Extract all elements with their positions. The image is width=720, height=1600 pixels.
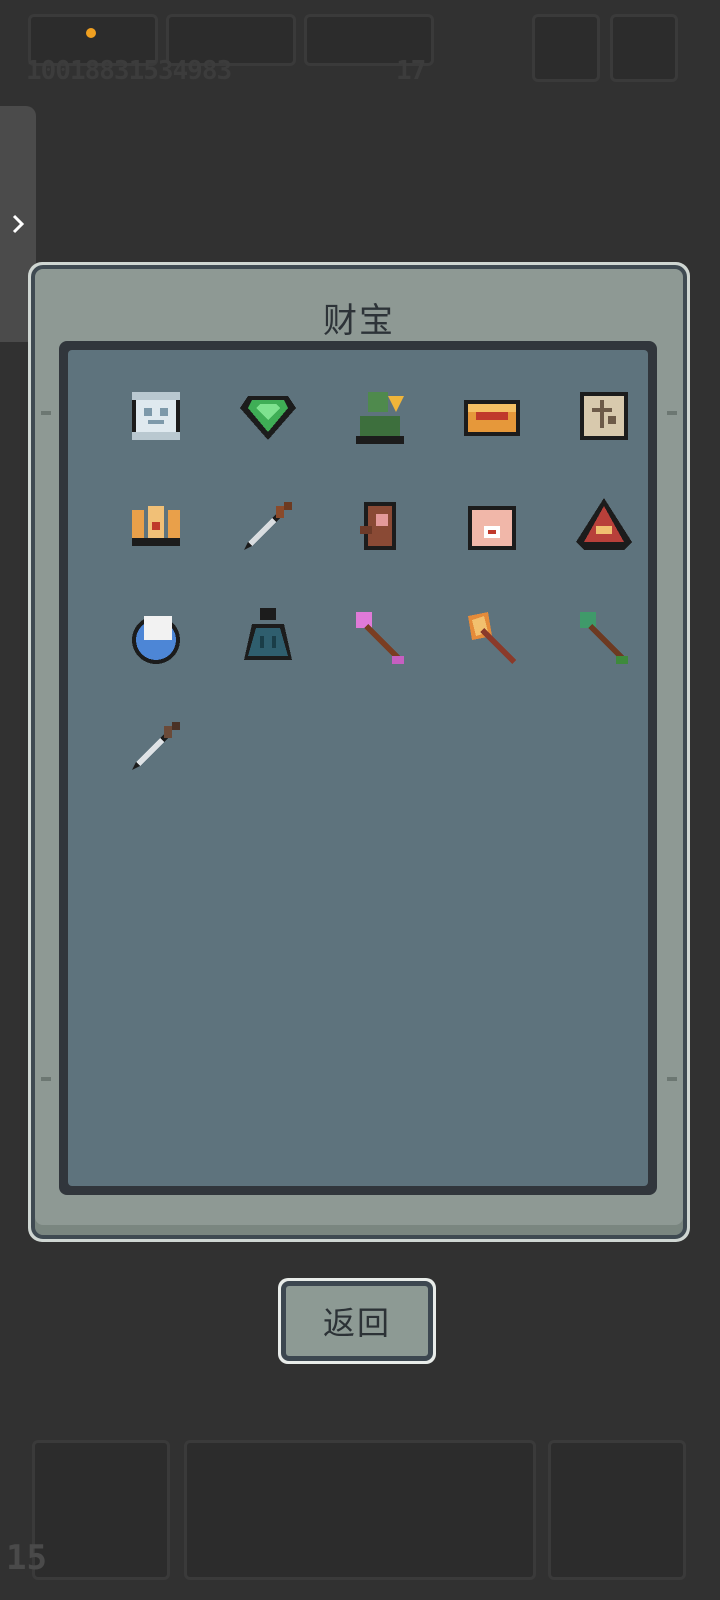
bottom-slot-right xyxy=(548,1440,686,1580)
back-button[interactable]: 返回 xyxy=(278,1278,436,1364)
scroll-icon xyxy=(132,392,180,440)
treasure-slot[interactable] xyxy=(100,714,212,824)
map-parchment-icon xyxy=(580,392,628,440)
axe-icon xyxy=(468,612,516,664)
green-arrow-icon xyxy=(580,612,628,664)
treasure-grid-area xyxy=(68,350,648,1186)
treasure-slot[interactable] xyxy=(212,384,324,494)
dagger-icon xyxy=(244,502,292,550)
treasure-slot[interactable] xyxy=(324,494,436,604)
treasure-slot[interactable] xyxy=(212,604,324,714)
hud-stats-text: 10018831534983 xyxy=(26,56,232,86)
treasure-panel xyxy=(59,341,657,1195)
bottom-count: 15 xyxy=(6,1538,47,1578)
treasure-slot[interactable] xyxy=(100,494,212,604)
blue-orb-icon xyxy=(132,616,180,664)
green-figure-icon xyxy=(356,392,404,444)
red-hood-icon xyxy=(576,498,632,550)
treasure-chest-icon xyxy=(464,400,520,436)
hud-button-2[interactable] xyxy=(610,14,678,82)
short-sword-icon xyxy=(132,722,180,770)
treasure-slot[interactable] xyxy=(100,604,212,714)
treasure-slot[interactable] xyxy=(324,604,436,714)
modal-frame: 财宝 xyxy=(31,265,687,1239)
treasure-slot[interactable] xyxy=(436,494,548,604)
bottom-slot-center xyxy=(184,1440,536,1580)
treasure-slot[interactable] xyxy=(100,384,212,494)
bottom-slot-left xyxy=(32,1440,170,1580)
hud-stat-right: 17 xyxy=(396,56,426,86)
treasure-slot[interactable] xyxy=(436,604,548,714)
notification-dot xyxy=(86,28,96,38)
back-button-label: 返回 xyxy=(281,1281,433,1361)
treasure-modal: 财宝 xyxy=(28,262,690,1242)
hud-button-1[interactable] xyxy=(532,14,600,82)
treasure-slot[interactable] xyxy=(212,494,324,604)
treasure-slot[interactable] xyxy=(548,604,660,714)
green-gem-icon xyxy=(240,396,296,440)
eye-hand-icon xyxy=(468,506,516,550)
pink-arrow-icon xyxy=(356,612,404,664)
treasure-slot[interactable] xyxy=(324,384,436,494)
treasure-slot[interactable] xyxy=(548,384,660,494)
golden-claws-icon xyxy=(132,506,180,546)
bell-icon xyxy=(244,608,292,660)
treasure-slot[interactable] xyxy=(436,384,548,494)
treasure-grid xyxy=(100,384,660,824)
chevron-right-icon xyxy=(12,214,25,234)
treasure-slot[interactable] xyxy=(548,494,660,604)
modal-title: 财宝 xyxy=(323,301,395,341)
brown-idol-icon xyxy=(360,502,396,550)
